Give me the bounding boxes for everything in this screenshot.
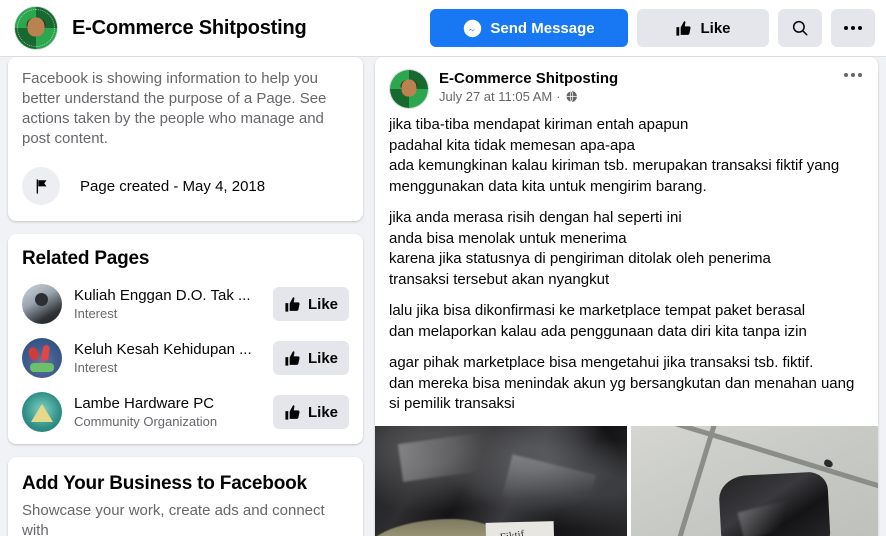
post-meta-separator: · xyxy=(556,89,561,104)
post-paragraph: agar pihak marketplace bisa mengetahui j… xyxy=(389,354,855,412)
like-related-page-button[interactable]: Like xyxy=(273,341,349,375)
post-text: jika tiba-tiba mendapat kiriman entah ap… xyxy=(375,109,878,415)
page-action-bar: E-Commerce Shitposting Send Message Like xyxy=(0,0,886,57)
related-pages-heading: Related Pages xyxy=(22,248,150,269)
flag-icon xyxy=(22,167,60,205)
post-paragraph: lalu jika bisa dikonfirmasi ke marketpla… xyxy=(389,302,807,340)
like-related-page-label: Like xyxy=(307,403,338,421)
post-paragraph: jika anda merasa risih dengan hal sepert… xyxy=(389,209,771,288)
page-created-row: Page created - May 4, 2018 xyxy=(22,167,349,205)
post-paragraph: jika tiba-tiba mendapat kiriman entah ap… xyxy=(389,116,840,195)
thumbs-up-icon xyxy=(285,296,300,312)
post-timestamp[interactable]: July 27 at 11:05 AM xyxy=(439,89,552,104)
search-page-button[interactable] xyxy=(778,9,822,47)
related-pages-card: Related Pages Kuliah Enggan D.O. Tak ...… xyxy=(8,234,363,444)
thumbs-up-icon xyxy=(285,404,300,420)
ellipsis-icon xyxy=(844,73,862,77)
add-business-card: Add Your Business to Facebook Showcase y… xyxy=(8,457,363,536)
send-message-label: Send Message xyxy=(490,19,595,37)
like-related-page-label: Like xyxy=(307,349,338,367)
post-photo[interactable] xyxy=(631,425,878,536)
top-action-buttons: Send Message Like xyxy=(430,9,875,47)
page-title: E-Commerce Shitposting xyxy=(72,16,307,39)
thumbs-up-icon xyxy=(285,350,300,366)
post-header: E-Commerce Shitposting July 27 at 11:05 … xyxy=(375,57,878,109)
search-icon xyxy=(792,20,808,36)
post-photo-grid: Fiktif xyxy=(375,425,878,536)
page-created-label: Page created - May 4, 2018 xyxy=(80,177,266,195)
like-related-page-button[interactable]: Like xyxy=(273,395,349,429)
globe-icon xyxy=(565,90,577,103)
list-item[interactable]: Keluh Kesah Kehidupan ... Interest Like xyxy=(22,338,349,378)
page-more-options-button[interactable] xyxy=(831,9,875,47)
related-page-category: Community Organization xyxy=(74,414,218,429)
like-page-button[interactable]: Like xyxy=(637,9,769,47)
page-root: E-Commerce Shitposting Send Message Like xyxy=(0,0,886,536)
messenger-icon xyxy=(464,19,482,37)
list-item[interactable]: Kuliah Enggan D.O. Tak ... Interest Like xyxy=(22,284,349,324)
post-card: E-Commerce Shitposting July 27 at 11:05 … xyxy=(375,57,878,536)
related-page-name[interactable]: Keluh Kesah Kehidupan ... xyxy=(74,341,273,358)
post-photo[interactable]: Fiktif xyxy=(375,425,627,536)
related-page-avatar[interactable] xyxy=(22,392,62,432)
related-page-name[interactable]: Kuliah Enggan D.O. Tak ... xyxy=(74,287,273,304)
related-page-category: Interest xyxy=(74,306,118,321)
post-author-avatar[interactable] xyxy=(389,69,429,109)
related-page-avatar[interactable] xyxy=(22,284,62,324)
page-transparency-card: Facebook is showing information to help … xyxy=(8,57,363,221)
transparency-description: Facebook is showing information to help … xyxy=(22,70,327,147)
ellipsis-icon xyxy=(844,26,862,30)
page-avatar[interactable] xyxy=(14,6,58,50)
page-identity[interactable]: E-Commerce Shitposting xyxy=(14,6,307,50)
left-sidebar: Facebook is showing information to help … xyxy=(8,57,363,536)
like-related-page-label: Like xyxy=(307,295,338,313)
thumbs-up-icon xyxy=(676,20,692,36)
related-page-category: Interest xyxy=(74,360,118,375)
add-business-heading: Add Your Business to Facebook xyxy=(22,473,307,494)
main-feed: E-Commerce Shitposting July 27 at 11:05 … xyxy=(375,57,878,536)
related-page-avatar[interactable] xyxy=(22,338,62,378)
list-item[interactable]: Lambe Hardware PC Community Organization… xyxy=(22,392,349,432)
send-message-button[interactable]: Send Message xyxy=(430,9,628,47)
like-related-page-button[interactable]: Like xyxy=(273,287,349,321)
related-page-name[interactable]: Lambe Hardware PC xyxy=(74,395,273,412)
add-business-description: Showcase your work, create ads and conne… xyxy=(22,502,325,536)
post-author-name[interactable]: E-Commerce Shitposting xyxy=(439,69,842,88)
post-more-options-button[interactable] xyxy=(842,69,864,81)
like-page-label: Like xyxy=(700,19,731,37)
